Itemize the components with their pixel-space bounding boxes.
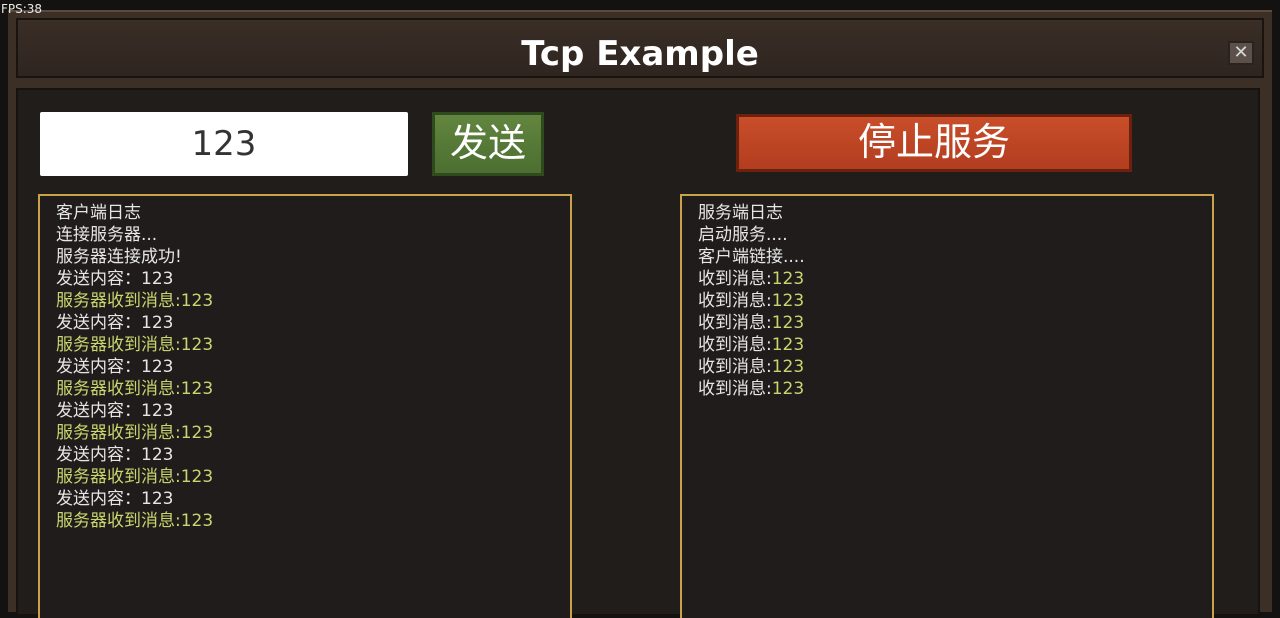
server-log-line: 收到消息:123 [698, 312, 1212, 334]
client-log-line: 服务器收到消息:123 [56, 335, 214, 355]
server-log-value: 123 [771, 335, 805, 355]
client-log-panel[interactable]: 客户端日志 连接服务器... 服务器连接成功! 发送内容：123 服务器收到消息:12… [38, 194, 572, 618]
server-log-line: 收到消息:123 [698, 356, 1212, 378]
server-log-line: 收到消息:123 [698, 378, 1212, 400]
send-button[interactable]: 发送 [432, 112, 544, 176]
client-log-line: 服务器收到消息:123 [56, 467, 214, 487]
client-log-line: 服务器连接成功! [56, 247, 182, 267]
server-log-label: 启动服务.... [698, 225, 788, 245]
message-input[interactable] [40, 112, 408, 176]
client-log-line: 连接服务器... [56, 225, 158, 245]
server-log-value: 123 [771, 269, 805, 289]
server-log-title: 服务端日志 [698, 203, 783, 223]
client-log-line: 服务器收到消息:123 [56, 291, 214, 311]
server-log-value: 123 [771, 291, 805, 311]
stop-service-button[interactable]: 停止服务 [736, 114, 1132, 172]
tcp-example-window: Tcp Example ✕ 发送 停止服务 客户端日志 连接服务器...服务器连… [8, 10, 1272, 618]
server-log-line: 收到消息:123 [698, 334, 1212, 356]
client-log-line: 发送内容：123 [56, 269, 174, 289]
close-button[interactable]: ✕ [1228, 41, 1254, 65]
close-icon: ✕ [1233, 42, 1249, 63]
fps-counter: FPS:38 [1, 2, 43, 16]
server-log-label: 收到消息: [698, 379, 772, 399]
client-log-line: 发送内容：123 [56, 401, 174, 421]
server-log-label: 收到消息: [698, 357, 772, 377]
server-log-label: 收到消息: [698, 335, 772, 355]
client-log-line: 发送内容：123 [56, 313, 174, 333]
server-log-label: 客户端链接.... [698, 247, 805, 267]
server-log-label: 收到消息: [698, 313, 772, 333]
server-log-panel[interactable]: 服务端日志 启动服务.... 客户端链接.... 收到消息:123 收到消息:123 收… [680, 194, 1214, 618]
client-log-line: 服务器收到消息:123 [56, 511, 214, 531]
server-log-line: 客户端链接.... [698, 246, 1212, 268]
server-log-value: 123 [771, 379, 805, 399]
title-bar: Tcp Example ✕ [16, 18, 1264, 78]
server-log-line: 收到消息:123 [698, 268, 1212, 290]
client-log-line: 服务器收到消息:123 [56, 379, 214, 399]
client-log-line: 服务器收到消息:123 [56, 423, 214, 443]
server-log-line: 收到消息:123 [698, 290, 1212, 312]
server-log-label: 收到消息: [698, 269, 772, 289]
client-log-line: 发送内容：123 [56, 357, 174, 377]
server-log-label: 收到消息: [698, 291, 772, 311]
server-log-value: 123 [771, 357, 805, 377]
client-log-line: 发送内容：123 [56, 489, 174, 509]
server-log-line: 启动服务.... [698, 224, 1212, 246]
content-area: 发送 停止服务 客户端日志 连接服务器...服务器连接成功!发送内容：123服务… [16, 88, 1260, 618]
window-title: Tcp Example [521, 34, 759, 74]
server-log-value: 123 [771, 313, 805, 333]
client-log-line: 发送内容：123 [56, 445, 174, 465]
client-log-title: 客户端日志 [56, 203, 141, 223]
